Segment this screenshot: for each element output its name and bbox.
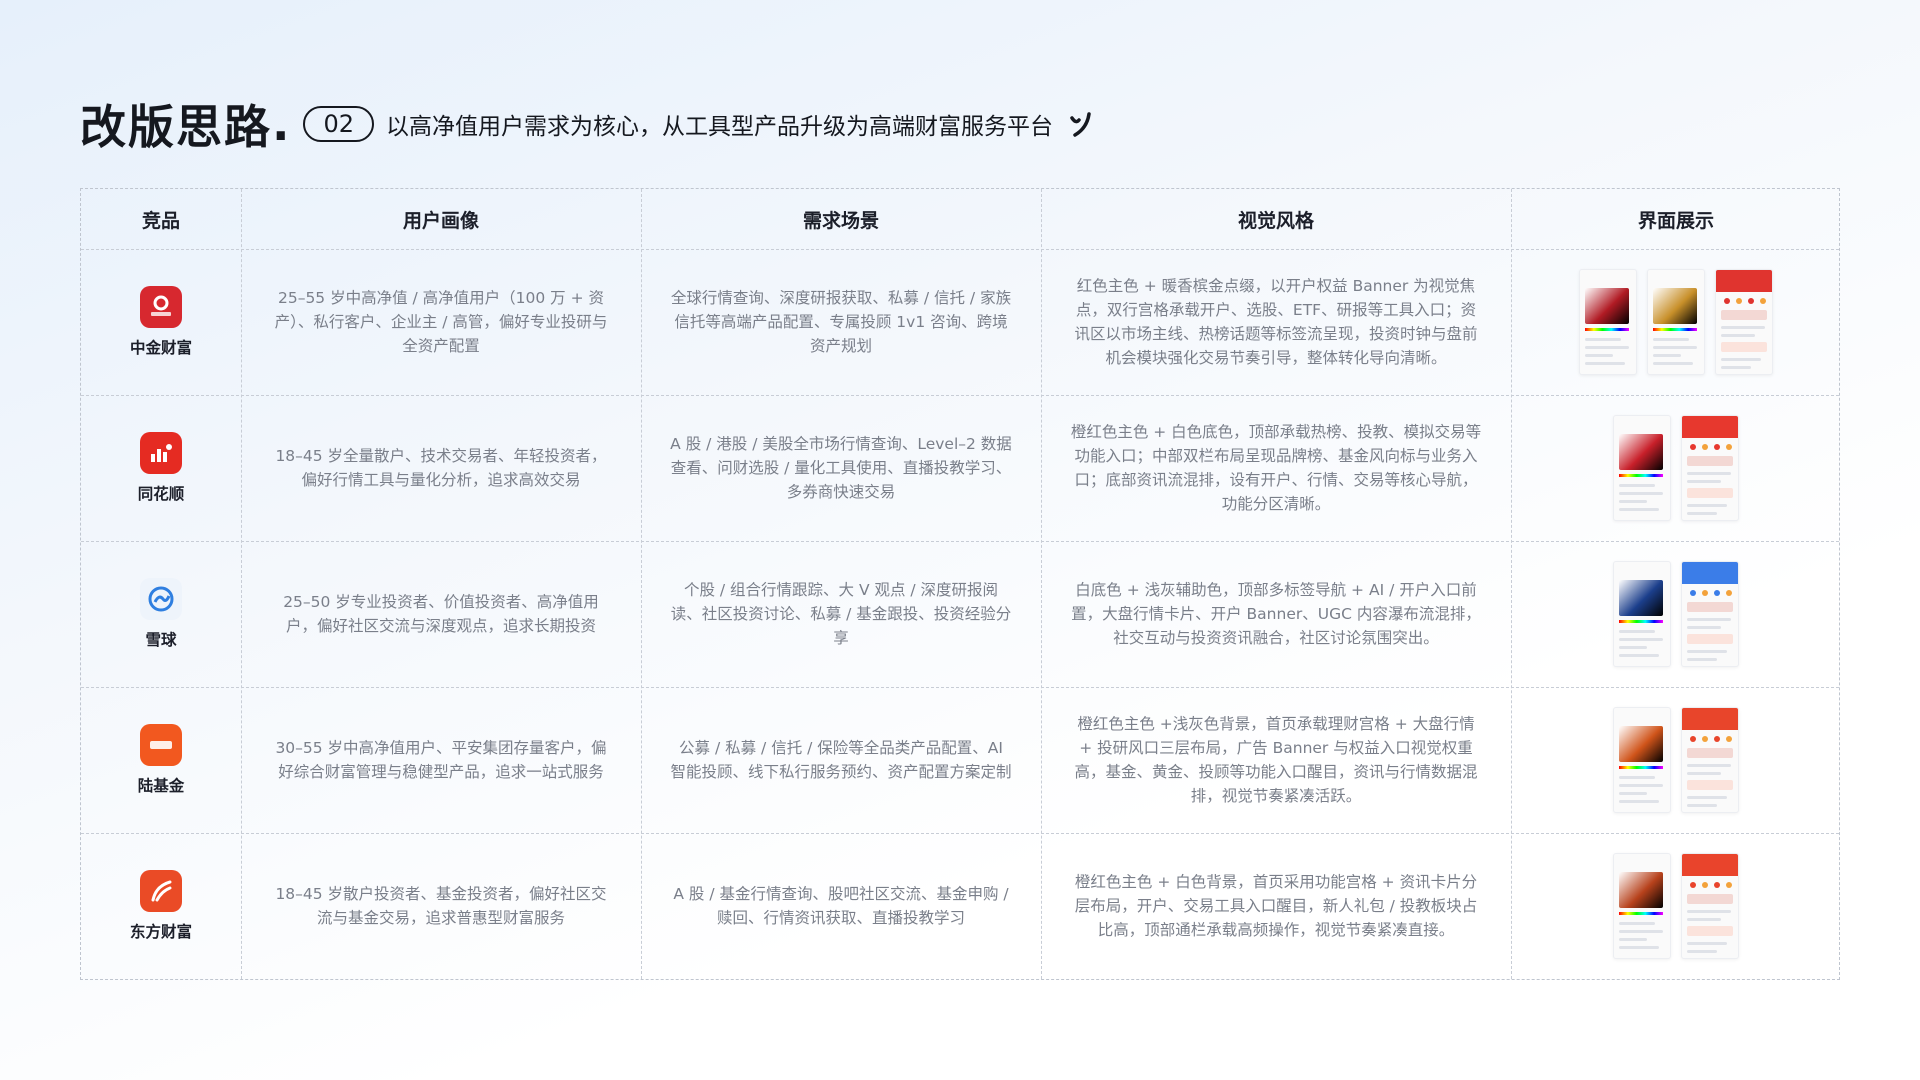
interface-screenshots xyxy=(1511,833,1841,979)
color-palette-screenshot xyxy=(1613,853,1671,959)
page-subtitle: 以高净值用户需求为核心，从工具型产品升级为高端财富服务平台 xyxy=(386,114,1054,140)
interface-screenshots xyxy=(1511,687,1841,833)
interface-screenshots xyxy=(1511,249,1841,395)
lufund-logo xyxy=(140,724,182,766)
user-profile-cell: 18–45 岁散户投资者、基金投资者，偏好社区交流与基金交易，追求普惠型财富服务 xyxy=(275,885,607,927)
table-row: 陆基金 30–55 岁中高净值用户、平安集团存量客户，偏好综合财富管理与稳健型产品… xyxy=(81,687,1839,833)
tonghuashun-logo xyxy=(140,432,182,474)
column-header-user-profile: 用户画像 xyxy=(402,209,479,232)
visual-style-cell: 白底色 + 浅灰辅助色，顶部多标签导航 + AI / 开户入口前置，大盘行情卡片… xyxy=(1071,581,1481,647)
demand-scene-cell: 公募 / 私募 / 信托 / 保险等全品类产品配置、AI 智能投顾、线下私行服务… xyxy=(670,739,1012,781)
demand-scene-cell: A 股 / 基金行情查询、股吧社区交流、基金申购 / 赎回、行情资讯获取、直播投… xyxy=(673,885,1009,927)
user-profile-cell: 30–55 岁中高净值用户、平安集团存量客户，偏好综合财富管理与稳健型产品，追求… xyxy=(275,739,607,781)
competitor-table: 竞品 用户画像 需求场景 视觉风格 界面展示 中金财富 25–55 岁中高净值 /… xyxy=(80,188,1840,980)
competitor-name: 陆基金 xyxy=(137,777,185,795)
interface-screenshots xyxy=(1511,395,1841,541)
competitor-name: 雪球 xyxy=(145,631,177,649)
app-homepage-screenshot xyxy=(1681,707,1739,813)
color-palette-screenshot xyxy=(1613,707,1671,813)
column-header-visual-style: 视觉风格 xyxy=(1237,209,1314,232)
app-homepage-screenshot xyxy=(1681,561,1739,667)
page-header: 改版思路 . 02 以高净值用户需求为核心，从工具型产品升级为高端财富服务平台 xyxy=(80,92,1099,156)
user-profile-cell: 18–45 岁全量散户、技术交易者、年轻投资者，偏好行情工具与量化分析，追求高效… xyxy=(275,447,607,489)
competitor-cell: 中金财富 xyxy=(81,249,241,395)
page-title: 改版思路 xyxy=(80,100,272,154)
color-palette-screenshot xyxy=(1613,561,1671,667)
color-palette-screenshot xyxy=(1613,415,1671,521)
visual-style-cell: 红色主色 + 暖香槟金点缀，以开户权益 Banner 为视觉焦点，双行宫格承载开… xyxy=(1074,277,1478,367)
user-profile-cell: 25–50 岁专业投资者、价值投资者、高净值用户，偏好社区交流与深度观点，追求长… xyxy=(283,593,599,635)
table-row: 雪球 25–50 岁专业投资者、价值投资者、高净值用户，偏好社区交流与深度观点，追… xyxy=(81,541,1839,687)
competitor-name: 中金财富 xyxy=(129,339,192,357)
eastmoney-logo xyxy=(140,870,182,912)
table-row: 东方财富 18–45 岁散户投资者、基金投资者，偏好社区交流与基金交易，追求普惠型… xyxy=(81,833,1839,979)
visual-style-cell: 橙红色主色 + 白色背景，首页采用功能宫格 + 资讯卡片分层布局，开户、交易工具… xyxy=(1074,873,1478,939)
column-header-demand-scene: 需求场景 xyxy=(802,209,879,232)
title-dot: . xyxy=(272,97,290,151)
visual-style-cell: 橙红色主色 + 白色底色，顶部承载热榜、投教、模拟交易等功能入口；中部双栏布局呈… xyxy=(1070,423,1482,513)
competitor-cell: 陆基金 xyxy=(81,687,241,833)
app-homepage-screenshot xyxy=(1681,853,1739,959)
app-homepage-screenshot xyxy=(1681,415,1739,521)
color-palette-screenshot xyxy=(1647,269,1705,375)
column-header-interface: 界面展示 xyxy=(1637,209,1714,232)
column-header-competitor: 竞品 xyxy=(141,209,180,232)
demand-scene-cell: 个股 / 组合行情跟踪、大 V 观点 / 深度研报阅读、社区投资讨论、私募 / … xyxy=(670,581,1012,647)
cicc-wealth-logo xyxy=(140,286,182,328)
visual-style-cell: 橙红色主色 +浅灰色背景，首页承载理财宫格 + 大盘行情 + 投研风口三层布局，… xyxy=(1074,715,1478,805)
xueqiu-logo xyxy=(140,578,182,620)
competitor-name: 同花顺 xyxy=(137,485,185,503)
color-palette-screenshot xyxy=(1579,269,1637,375)
app-homepage-screenshot xyxy=(1715,269,1773,375)
competitor-name: 东方财富 xyxy=(129,923,192,941)
brush-stroke-icon xyxy=(1070,112,1091,137)
user-profile-cell: 25–55 岁中高净值 / 高净值用户（100 万 + 资产）、私行客户、企业主… xyxy=(274,289,608,355)
competitor-cell: 同花顺 xyxy=(81,395,241,541)
section-number-badge: 02 xyxy=(303,106,375,142)
competitor-cell: 东方财富 xyxy=(81,833,241,979)
table-row: 中金财富 25–55 岁中高净值 / 高净值用户（100 万 + 资产）、私行客户… xyxy=(81,249,1839,395)
table-row: 同花顺 18–45 岁全量散户、技术交易者、年轻投资者，偏好行情工具与量化分析，追… xyxy=(81,395,1839,541)
demand-scene-cell: A 股 / 港股 / 美股全市场行情查询、Level–2 数据查看、问财选股 /… xyxy=(670,435,1012,501)
competitor-cell: 雪球 xyxy=(81,541,241,687)
demand-scene-cell: 全球行情查询、深度研报获取、私募 / 信托 / 家族信托等高端产品配置、专属投顾… xyxy=(670,289,1012,355)
interface-screenshots xyxy=(1511,541,1841,687)
